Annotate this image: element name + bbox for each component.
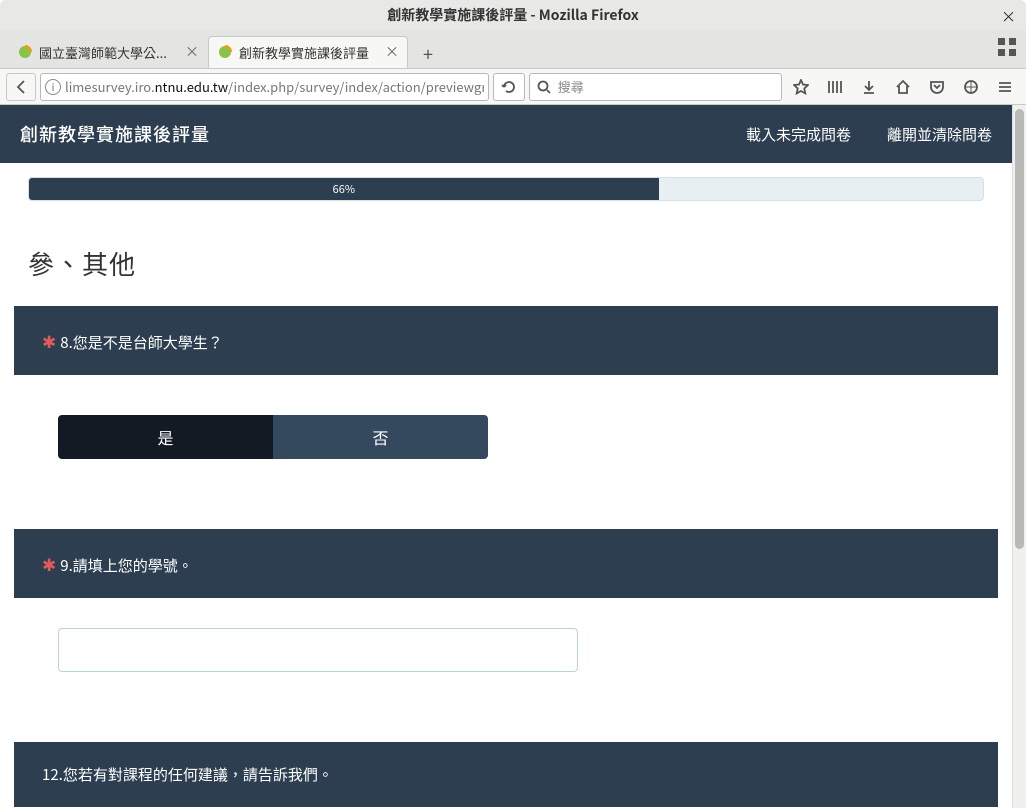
favicon-icon [217, 44, 233, 60]
star-icon[interactable] [786, 73, 816, 101]
download-icon[interactable] [854, 73, 884, 101]
tab-label: 國立臺灣師範大學公... [39, 43, 179, 62]
window-close-icon[interactable]: × [1001, 6, 1016, 27]
viewport: 創新教學實施課後評量 載入未完成問卷 離開並清除問卷 66% 參、其他 ✱8.您… [0, 105, 1026, 808]
question-text: 12.您若有對課程的任何建議，請告訴我們。 [42, 764, 333, 785]
tab-close-icon[interactable]: × [185, 42, 199, 62]
question-body: 是 否 [14, 375, 998, 499]
back-button[interactable] [6, 73, 36, 101]
student-id-input[interactable] [58, 628, 578, 672]
progress-bar: 66% [28, 177, 984, 201]
new-tab-button[interactable]: + [414, 40, 442, 68]
url-bar[interactable]: i limesurvey.iro.ntnu.edu.tw/index.php/s… [40, 73, 489, 101]
question-header: ✱9.請填上您的學號。 [14, 529, 998, 598]
load-unfinished-link[interactable]: 載入未完成問卷 [746, 124, 851, 145]
pocket-icon[interactable] [922, 73, 952, 101]
tab-strip: 國立臺灣師範大學公... × 創新教學實施課後評量 × + [0, 30, 1026, 68]
tab-ntnu[interactable]: 國立臺灣師範大學公... × [8, 36, 208, 68]
tile-view-icon[interactable] [998, 38, 1016, 56]
progress-fill: 66% [29, 178, 659, 200]
survey-header: 創新教學實施課後評量 載入未完成問卷 離開並清除問卷 [0, 105, 1012, 163]
question-body [14, 598, 998, 712]
question-text: 8.您是不是台師大學生？ [60, 332, 223, 353]
scroll-thumb[interactable] [1015, 109, 1024, 549]
search-icon [536, 79, 552, 95]
library-icon[interactable] [820, 73, 850, 101]
no-button[interactable]: 否 [273, 415, 488, 459]
home-icon[interactable] [888, 73, 918, 101]
favicon-icon [17, 44, 33, 60]
tab-survey[interactable]: 創新教學實施課後評量 × [208, 36, 408, 68]
progress-wrap: 66% [0, 163, 1012, 211]
toolbar: i limesurvey.iro.ntnu.edu.tw/index.php/s… [0, 68, 1026, 104]
url-text: limesurvey.iro.ntnu.edu.tw/index.php/sur… [65, 77, 484, 96]
survey-title: 創新教學實施課後評量 [20, 121, 210, 147]
window-title: 創新教學實施課後評量 - Mozilla Firefox [387, 5, 638, 25]
required-icon: ✱ [42, 328, 56, 353]
os-titlebar: 創新教學實施課後評量 - Mozilla Firefox × [0, 0, 1026, 30]
question-text: 9.請填上您的學號。 [60, 555, 193, 576]
yes-no-group: 是 否 [58, 415, 488, 459]
question-12: 12.您若有對課程的任何建議，請告訴我們。 [14, 742, 998, 807]
question-header: ✱8.您是不是台師大學生？ [14, 306, 998, 375]
question-9: ✱9.請填上您的學號。 [14, 529, 998, 712]
exit-clear-link[interactable]: 離開並清除問卷 [887, 124, 992, 145]
search-input[interactable] [558, 77, 775, 96]
info-icon[interactable]: i [45, 79, 61, 95]
question-8: ✱8.您是不是台師大學生？ 是 否 [14, 306, 998, 499]
page-content: 創新教學實施課後評量 載入未完成問卷 離開並清除問卷 66% 參、其他 ✱8.您… [0, 105, 1012, 808]
scrollbar[interactable] [1012, 105, 1026, 808]
tab-label: 創新教學實施課後評量 [239, 43, 379, 62]
menu-icon[interactable] [990, 73, 1020, 101]
browser-chrome: 國立臺灣師範大學公... × 創新教學實施課後評量 × + i limesurv… [0, 30, 1026, 105]
search-bar[interactable] [529, 73, 782, 101]
question-header: 12.您若有對課程的任何建議，請告訴我們。 [14, 742, 998, 807]
yes-button[interactable]: 是 [58, 415, 273, 459]
reload-button[interactable] [493, 73, 525, 101]
tab-close-icon[interactable]: × [385, 42, 399, 62]
section-title: 參、其他 [0, 211, 1012, 306]
required-icon: ✱ [42, 551, 56, 576]
reader-icon[interactable] [956, 73, 986, 101]
progress-text: 66% [333, 181, 355, 197]
